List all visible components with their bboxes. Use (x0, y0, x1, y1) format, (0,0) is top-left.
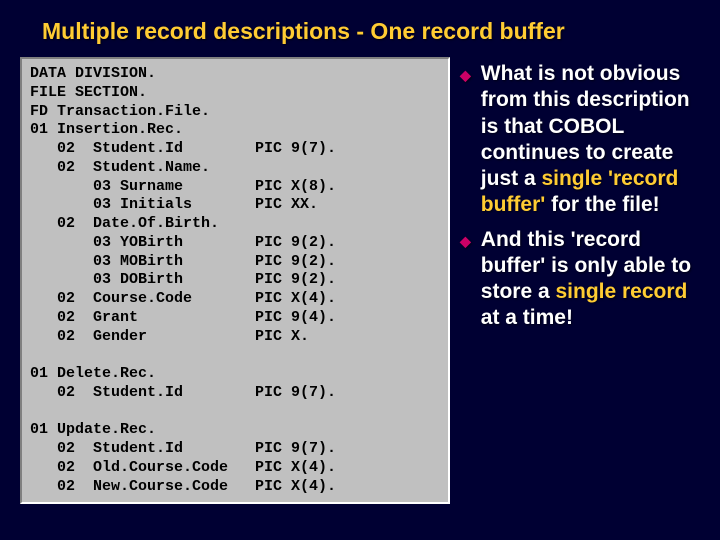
text-span: at a time! (481, 306, 573, 329)
slide-title: Multiple record descriptions - One recor… (0, 0, 720, 57)
highlight-span: single record (555, 280, 687, 303)
bullet-text: And this 'record buffer' is only able to… (481, 227, 704, 332)
diamond-icon: ◆ (460, 67, 471, 219)
text-span: for the file! (545, 193, 659, 216)
code-block: DATA DIVISION. FILE SECTION. FD Transact… (20, 57, 450, 504)
bullet-text: What is not obvious from this descriptio… (481, 61, 704, 219)
bullet-list: ◆ What is not obvious from this descript… (450, 57, 710, 504)
diamond-icon: ◆ (460, 233, 471, 332)
bullet-item: ◆ What is not obvious from this descript… (460, 61, 704, 219)
bullet-item: ◆ And this 'record buffer' is only able … (460, 227, 704, 332)
content-row: DATA DIVISION. FILE SECTION. FD Transact… (0, 57, 720, 504)
